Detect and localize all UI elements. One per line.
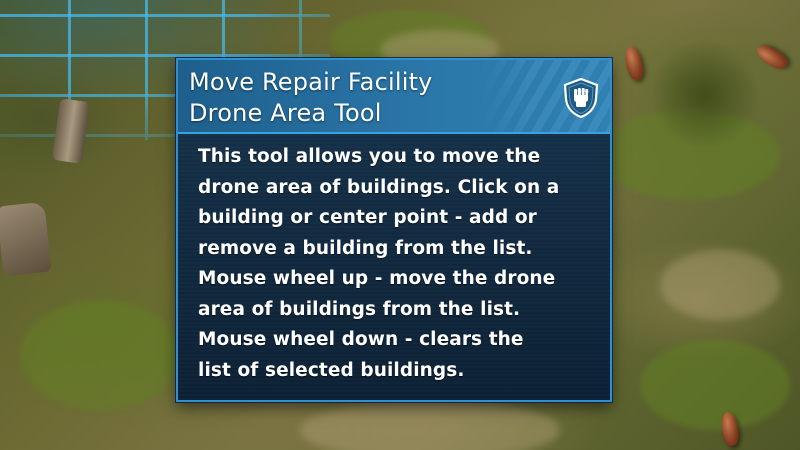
tooltip-description-line: drone area of buildings. Click on a	[198, 176, 560, 198]
dirt-patch	[300, 400, 560, 450]
shield-fist-icon	[563, 78, 599, 118]
tooltip-description-line: Mouse wheel down - clears the	[198, 329, 524, 350]
tooltip-body: This tool allows you to move the drone a…	[178, 134, 610, 400]
bush	[650, 40, 760, 150]
rock	[0, 201, 52, 277]
alien-bug-unit[interactable]	[753, 41, 791, 73]
alien-bug-unit[interactable]	[622, 44, 646, 82]
tool-tooltip: Move Repair Facility Drone Area Tool Thi…	[176, 58, 612, 402]
tooltip-title-line-2: Drone Area Tool	[189, 99, 382, 127]
grass-patch	[640, 340, 790, 430]
tooltip-description-line: remove a building from the list.	[198, 237, 533, 259]
tooltip-description-line: building or center point - add or	[198, 207, 537, 228]
tooltip-title-line-1: Move Repair Facility	[189, 68, 433, 96]
grass-patch	[20, 300, 180, 410]
tooltip-description-line: Mouse wheel up - move the drone	[198, 268, 556, 289]
tooltip-header: Move Repair Facility Drone Area Tool	[178, 60, 610, 134]
tooltip-description-line: area of buildings from the list.	[198, 298, 521, 320]
tooltip-description-line: list of selected buildings.	[198, 359, 465, 381]
dirt-patch	[660, 250, 780, 320]
tooltip-description-line: This tool allows you to move the	[198, 146, 541, 167]
